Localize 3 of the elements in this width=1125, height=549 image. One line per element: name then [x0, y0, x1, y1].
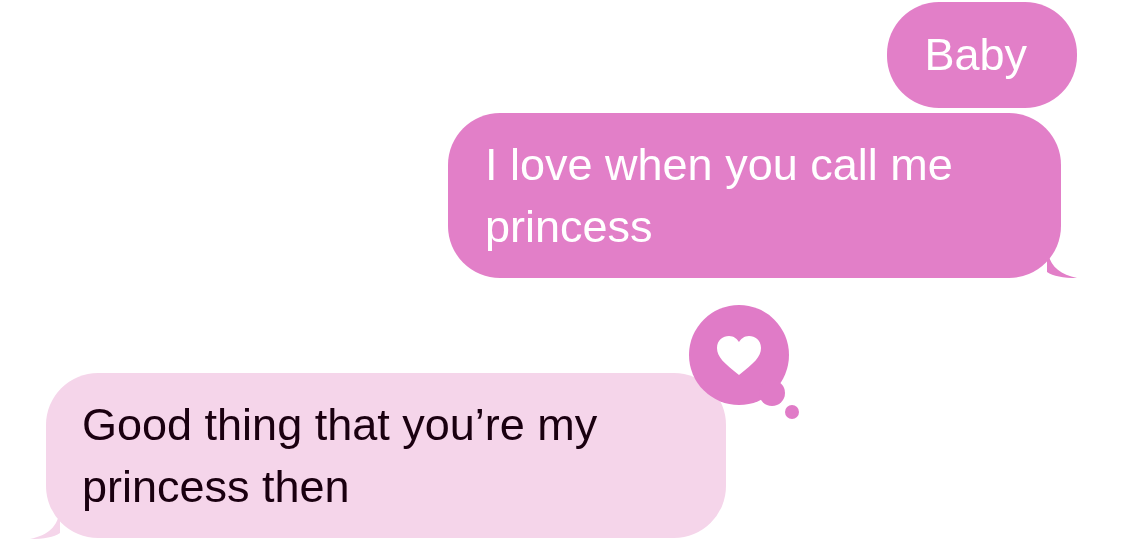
message-bubble: I love when you call me princess — [448, 113, 1061, 278]
message-bubble: Good thing that you’re my princess then — [46, 373, 726, 538]
message-bubble: Baby — [887, 2, 1077, 108]
